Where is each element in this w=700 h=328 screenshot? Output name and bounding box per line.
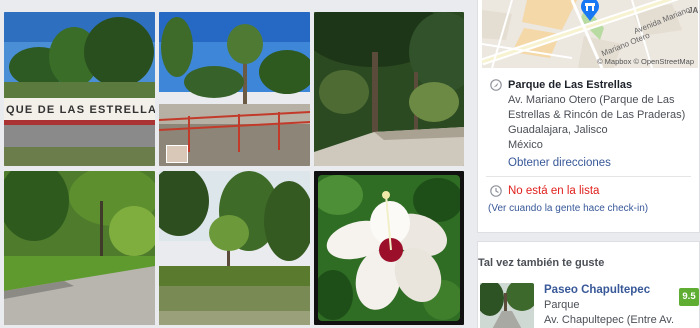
- checkin-link[interactable]: (Ver cuando la gente hace check-in): [488, 202, 691, 215]
- suggestion-name[interactable]: Paseo Chapultepec: [544, 284, 650, 296]
- place-info-card: Mariano Otero Avenida Mariano JA © Mapbo…: [477, 0, 700, 233]
- photo-park-railing[interactable]: [159, 12, 310, 166]
- suggestions-title: Tal vez también te guste: [478, 257, 605, 269]
- suggestion-category: Parque: [544, 299, 580, 311]
- suggestion-score-badge: 9.5: [679, 288, 699, 306]
- place-sidebar: Mariano Otero Avenida Mariano JA © Mapbo…: [477, 0, 700, 328]
- address-line: Av. Mariano Otero (Parque de Las: [508, 94, 675, 106]
- clock-icon: [490, 185, 502, 197]
- suggestion-thumbnail[interactable]: [480, 283, 534, 328]
- photo-hibiscus[interactable]: [314, 171, 464, 325]
- suggestion-address: Av. Chapultepec (Entre Av.: [544, 314, 675, 326]
- hours-status: No está en la lista: [508, 185, 600, 197]
- divider: [486, 176, 691, 177]
- get-directions-link[interactable]: Obtener direcciones: [508, 156, 691, 171]
- photo-young-trees[interactable]: [159, 171, 310, 325]
- location-pin-icon: [490, 79, 502, 91]
- map-credit: © Mapbox © OpenStreetMap: [597, 57, 694, 66]
- address-line: México: [508, 139, 543, 151]
- place-name[interactable]: Parque de Las Estrellas: [508, 78, 691, 92]
- address-row: Parque de Las Estrellas Av. Mariano Oter…: [486, 78, 691, 169]
- photo-park-sign[interactable]: QUE DE LAS ESTRELLAS: [4, 12, 155, 166]
- address-line: Guadalajara, Jalisco: [508, 124, 608, 136]
- photo-park-path[interactable]: [4, 171, 155, 325]
- location-map[interactable]: Mariano Otero Avenida Mariano JA © Mapbo…: [482, 0, 698, 68]
- photo-shaded-path[interactable]: [314, 12, 464, 166]
- map-corner-label: JA: [688, 6, 698, 15]
- map-marker-icon[interactable]: [579, 0, 601, 22]
- park-sign-text: QUE DE LAS ESTRELLAS: [6, 104, 155, 116]
- photo-grid: QUE DE LAS ESTRELLAS: [0, 0, 470, 328]
- avatar[interactable]: [166, 145, 188, 163]
- address-line: Estrellas & Rincón de Las Praderas): [508, 109, 686, 121]
- suggestions-panel: Tal vez también te guste Paseo Chapultep…: [477, 241, 700, 328]
- hours-row: No está en la lista (Ver cuando la gente…: [486, 184, 691, 218]
